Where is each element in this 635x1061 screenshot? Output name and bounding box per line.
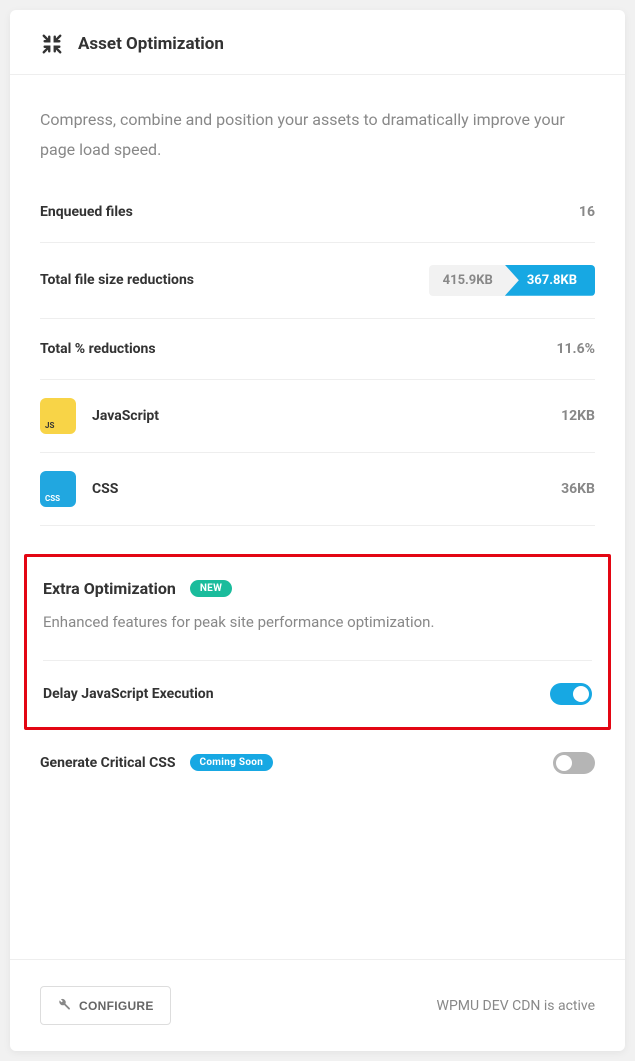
css-label: CSS [92,481,561,497]
pct-value: 11.6% [556,341,595,357]
pct-row: Total % reductions 11.6% [40,319,595,380]
asset-row-js: JS JavaScript 12KB [40,380,595,453]
critical-css-label-group: Generate Critical CSS Coming Soon [40,754,273,771]
critical-css-row: Generate Critical CSS Coming Soon [40,730,595,796]
extra-desc: Enhanced features for peak site performa… [43,610,592,634]
extra-heading-row: Extra Optimization NEW [43,579,592,598]
configure-button[interactable]: CONFIGURE [40,986,171,1025]
delay-js-row: Delay JavaScript Execution [43,660,592,727]
enqueued-files-row: Enqueued files 16 [40,196,595,243]
critical-css-label: Generate Critical CSS [40,755,176,771]
wrench-icon [57,997,71,1014]
filesize-row: Total file size reductions 415.9KB 367.8… [40,243,595,319]
card-footer: CONFIGURE WPMU DEV CDN is active [10,959,625,1051]
coming-soon-badge: Coming Soon [190,754,274,771]
card-title: Asset Optimization [78,34,224,54]
css-value: 36KB [561,481,595,497]
pct-label: Total % reductions [40,341,156,357]
card-header: Asset Optimization [10,10,625,75]
js-value: 12KB [561,408,595,424]
delay-js-toggle[interactable] [550,683,592,705]
size-original: 415.9KB [429,265,519,296]
enqueued-value: 16 [579,204,595,220]
js-icon: JS [40,398,76,434]
compress-icon [40,32,64,56]
size-tag-group: 415.9KB 367.8KB [429,265,595,296]
post-highlight: Generate Critical CSS Coming Soon [40,730,595,806]
extra-optimization-highlight: Extra Optimization NEW Enhanced features… [24,554,611,730]
extra-heading: Extra Optimization [43,579,176,598]
card-body: Compress, combine and position your asse… [10,75,625,959]
intro-text: Compress, combine and position your asse… [40,105,595,166]
js-label: JavaScript [92,408,561,424]
cdn-status: WPMU DEV CDN is active [437,998,595,1014]
critical-css-toggle[interactable] [553,752,595,774]
css-icon: CSS [40,471,76,507]
filesize-label: Total file size reductions [40,272,194,288]
new-badge: NEW [190,580,232,597]
configure-label: CONFIGURE [79,999,154,1013]
asset-row-css: CSS CSS 36KB [40,453,595,526]
delay-js-label: Delay JavaScript Execution [43,686,214,702]
asset-optimization-card: Asset Optimization Compress, combine and… [10,10,625,1051]
enqueued-label: Enqueued files [40,204,133,220]
